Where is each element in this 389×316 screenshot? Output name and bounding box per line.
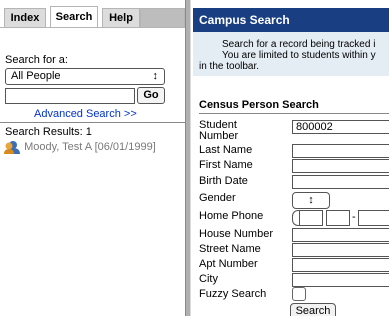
birth-date-label: Birth Date — [199, 175, 248, 187]
person-icon — [4, 141, 20, 154]
result-item-label: Moody, Test A [06/01/1999] — [24, 140, 156, 153]
student-number-label-2: Number — [199, 130, 239, 142]
result-item[interactable]: Moody, Test A [06/01/1999] — [3, 140, 156, 156]
search-results-summary: Search Results: 1 — [5, 126, 92, 138]
tab-search[interactable]: Search — [50, 6, 98, 28]
right-panel: Campus Search Search for a record being … — [191, 0, 389, 316]
tab-bar: Index Search Help — [0, 6, 185, 28]
advanced-search-link[interactable]: Advanced Search >> — [34, 108, 137, 120]
search-type-select[interactable]: All People ↕ — [5, 68, 165, 85]
phone-line-input[interactable] — [358, 210, 389, 226]
census-form-rule — [199, 113, 389, 114]
first-name-input[interactable] — [292, 159, 389, 173]
left-panel: Index Search Help Search for a: All Peop… — [0, 0, 185, 316]
city-input[interactable] — [292, 273, 389, 287]
search-type-value: All People — [11, 70, 61, 82]
apt-number-label: Apt Number — [199, 258, 258, 270]
gender-select[interactable]: ↕ — [292, 192, 330, 209]
house-number-input[interactable] — [292, 228, 389, 242]
fuzzy-search-checkbox[interactable] — [292, 287, 306, 301]
gender-label: Gender — [199, 192, 236, 204]
info-line-2: You are limited to students within y — [222, 50, 376, 61]
phone-dash: - — [352, 211, 356, 223]
campus-search-header: Campus Search — [193, 8, 389, 32]
city-label: City — [199, 273, 218, 285]
census-form-title: Census Person Search — [199, 99, 319, 111]
search-for-label: Search for a: — [5, 54, 68, 66]
first-name-label: First Name — [199, 159, 253, 171]
tab-filler — [140, 8, 185, 28]
apt-number-input[interactable] — [292, 258, 389, 272]
tab-index[interactable]: Index — [4, 8, 46, 28]
tab-help[interactable]: Help — [102, 8, 140, 28]
house-number-label: House Number — [199, 228, 273, 240]
fuzzy-search-label: Fuzzy Search — [199, 288, 267, 300]
go-button[interactable]: Go — [137, 87, 165, 104]
results-separator — [0, 122, 185, 123]
student-number-input[interactable]: 800002 — [292, 120, 389, 134]
tab-underline — [0, 27, 185, 28]
gender-arrows-icon: ↕ — [308, 194, 314, 206]
search-button[interactable]: Search — [290, 303, 336, 316]
info-line-3: in the toolbar. — [199, 61, 260, 72]
last-name-label: Last Name — [199, 144, 253, 156]
info-line-1: Search for a record being tracked i — [222, 39, 376, 50]
last-name-input[interactable] — [292, 144, 389, 158]
street-name-input[interactable] — [292, 243, 389, 257]
search-query-input[interactable] — [5, 88, 135, 104]
street-name-label: Street Name — [199, 243, 261, 255]
phone-area-code-input[interactable] — [299, 210, 323, 226]
select-arrows-icon: ↕ — [152, 70, 159, 82]
birth-date-input[interactable] — [292, 175, 389, 189]
phone-paren-open — [292, 210, 299, 226]
home-phone-label: Home Phone — [199, 210, 264, 222]
info-box: Search for a record being tracked i You … — [193, 32, 389, 76]
phone-prefix-input[interactable] — [326, 210, 350, 226]
